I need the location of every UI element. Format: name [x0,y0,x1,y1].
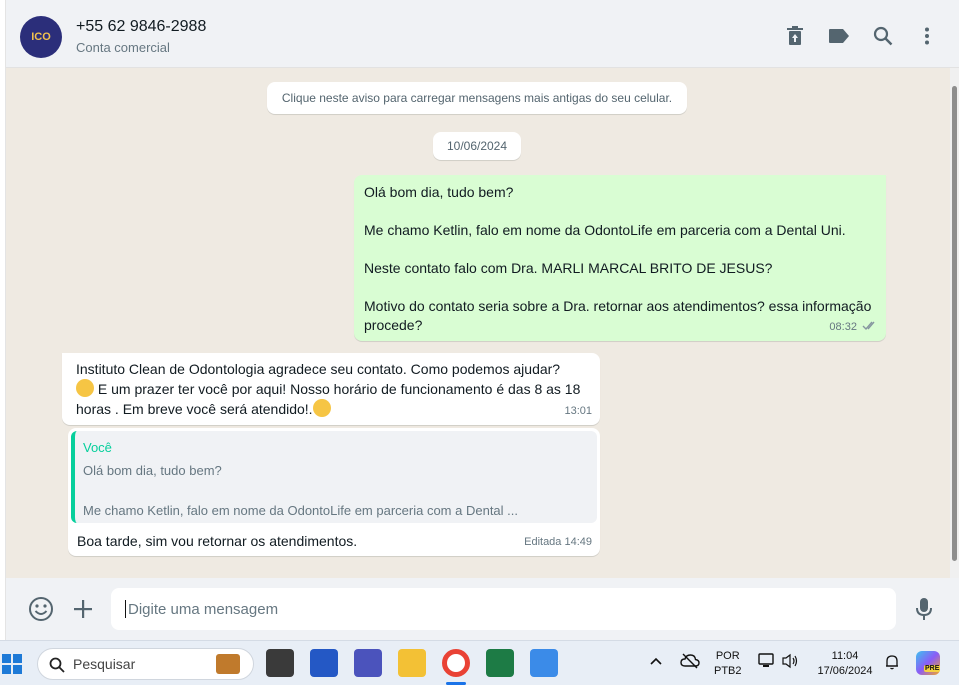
header-actions [783,24,939,48]
keyboard-layout: PTB2 [714,665,742,677]
search-icon[interactable] [871,24,895,48]
contact-name[interactable]: +55 62 9846-2988 [76,18,206,36]
load-older-messages-notice[interactable]: Clique neste aviso para carregar mensage… [267,82,687,114]
message-line: Motivo do contato seria sobre a Dra. ret… [364,298,872,333]
volume-icon[interactable] [781,653,799,674]
network-icon[interactable] [758,653,776,674]
chevron-up-icon[interactable] [650,655,662,670]
store-icon[interactable] [310,649,338,677]
microphone-icon[interactable] [911,596,937,622]
message-text: Boa tarde, sim vou retornar os atendimen… [77,533,358,549]
scrollbar-thumb[interactable] [952,86,957,561]
notepad-icon[interactable] [530,649,558,677]
chat-header[interactable]: ICO +55 62 9846-2988 Conta comercial [6,6,959,68]
taskbar-search[interactable]: Pesquisar [37,648,254,680]
double-check-icon [862,321,875,331]
quote-text: Me chamo Ketlin, falo em nome da OdontoL… [83,503,518,518]
language-code: POR [715,650,740,662]
input-placeholder: Digite uma mensagem [128,601,279,618]
cloud-off-icon[interactable] [680,653,700,674]
text-caret [125,600,126,618]
message-line: Olá bom dia, tudo bem? [364,184,514,200]
copilot-icon[interactable]: PRE [916,651,941,675]
preview-badge: PRE [924,665,941,672]
trash-icon[interactable] [783,24,807,48]
contact-subtitle: Conta comercial [76,40,170,55]
chat-scrollbar[interactable] [950,68,959,578]
message-list[interactable]: Clique neste aviso para carregar mensage… [6,68,950,578]
incoming-auto-reply[interactable]: Instituto Clean de Odontologia agradece … [62,353,600,425]
message-input[interactable]: Digite uma mensagem [111,588,896,630]
windows-start-icon[interactable] [2,654,22,679]
message-line: Neste contato falo com Dra. MARLI MARCAL… [364,260,773,276]
quote-author: Você [83,440,112,455]
search-icon [49,657,65,673]
avatar[interactable]: ICO [20,16,62,58]
smiling-emoji-icon [76,379,94,397]
task-view-icon[interactable] [266,649,294,677]
quote-text: Olá bom dia, tudo bem? [83,463,222,478]
briefcase-icon [216,654,240,674]
menu-icon[interactable] [915,24,939,48]
clock[interactable]: 11:04 17/06/2024 [812,649,878,679]
message-text: Instituto Clean de Odontologia agradece … [76,361,561,377]
date-chip: 10/06/2024 [433,132,521,160]
label-icon[interactable] [827,24,851,48]
search-label: Pesquisar [73,656,136,672]
notification-bell-icon[interactable] [885,654,899,675]
clock-date: 17/06/2024 [817,665,873,677]
smiling-emoji-icon [312,399,331,417]
clock-time: 11:04 [831,650,859,662]
windows-taskbar: Pesquisar POR PTB2 11:04 17/06/2024 PRE [0,640,959,685]
emoji-icon[interactable] [28,596,54,622]
composer-bar: Digite uma mensagem [6,578,959,640]
chrome-icon[interactable] [442,649,470,677]
time-text: 08:32 [829,321,857,333]
message-time: 13:01 [564,405,592,417]
outgoing-message[interactable]: Olá bom dia, tudo bem? Me chamo Ketlin, … [354,175,886,341]
whatsapp-window: ICO +55 62 9846-2988 Conta comercial Cli… [0,0,959,640]
quoted-message[interactable]: Você Olá bom dia, tudo bem? Me chamo Ket… [71,431,597,523]
excel-icon[interactable] [486,649,514,677]
plus-icon[interactable] [70,596,96,622]
message-line: Me chamo Ketlin, falo em nome da OdontoL… [364,222,846,238]
message-time: Editada 14:49 [524,536,592,548]
file-explorer-icon[interactable] [398,649,426,677]
incoming-reply-message[interactable]: Você Olá bom dia, tudo bem? Me chamo Ket… [68,428,600,556]
message-time: 08:32 [829,318,878,337]
language-indicator[interactable]: POR PTB2 [714,649,742,679]
teams-icon[interactable] [354,649,382,677]
